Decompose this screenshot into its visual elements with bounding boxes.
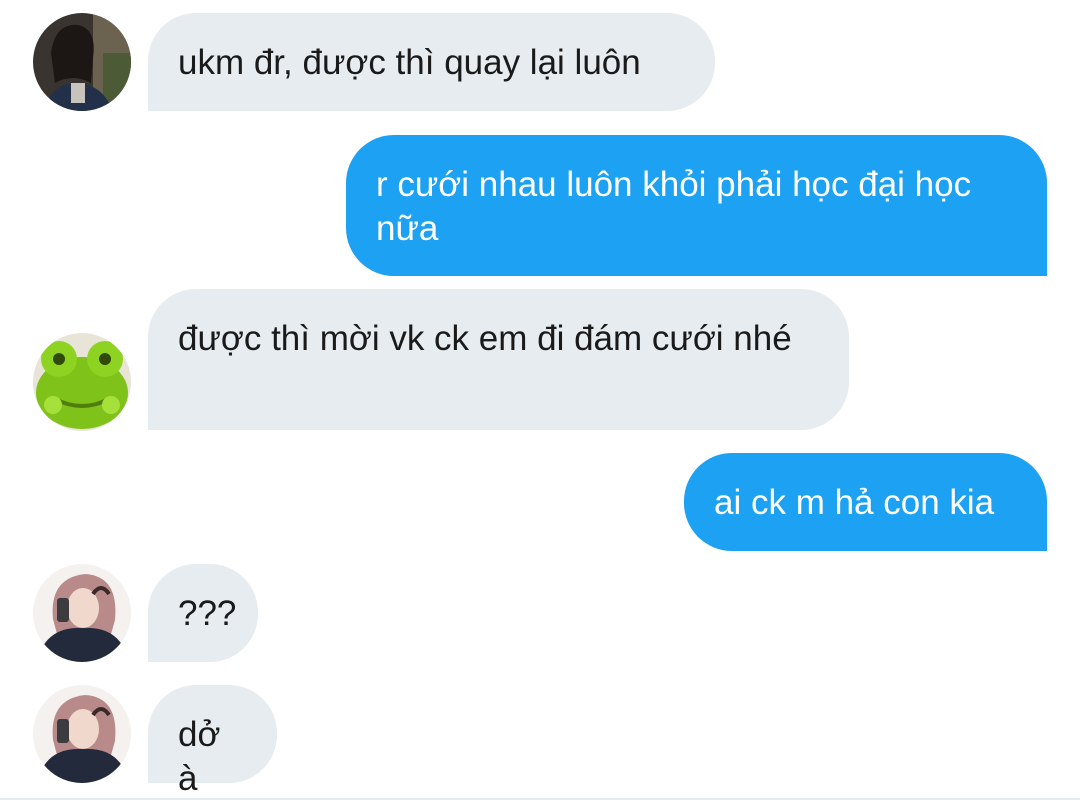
message-text: được thì mời vk ck em đi đám cưới nhé — [178, 319, 792, 358]
sender-avatar[interactable] — [33, 13, 131, 111]
message-bubble-outgoing[interactable]: ai ck m hả con kia — [684, 453, 1047, 551]
message-text: ??? — [178, 594, 237, 633]
message-text: ukm đr, được thì quay lại luôn — [178, 43, 641, 82]
sender-avatar[interactable] — [33, 685, 131, 783]
avatar-girl-mirror-selfie-icon — [33, 685, 131, 783]
message-bubble-outgoing[interactable]: r cưới nhau luôn khỏi phải học đại học n… — [346, 135, 1047, 276]
message-text: dở à — [178, 715, 221, 798]
avatar-girl-dark-photo-icon — [33, 13, 131, 111]
sender-avatar[interactable] — [33, 564, 131, 662]
divider — [0, 798, 1080, 800]
message-bubble-incoming[interactable]: dở à — [148, 685, 277, 798]
message-bubble-incoming[interactable]: được thì mời vk ck em đi đám cưới nhé — [148, 289, 849, 430]
message-bubble-incoming[interactable]: ??? — [148, 564, 258, 662]
avatar-girl-mirror-selfie-icon — [33, 564, 131, 662]
message-thread: ukm đr, được thì quay lại luôn r cưới nh… — [0, 0, 1080, 805]
avatar-green-frog-plush-icon — [33, 333, 131, 431]
message-bubble-incoming[interactable]: ukm đr, được thì quay lại luôn — [148, 13, 715, 111]
message-text: r cưới nhau luôn khỏi phải học đại học n… — [376, 165, 972, 248]
message-text: ai ck m hả con kia — [714, 483, 995, 522]
sender-avatar[interactable] — [33, 333, 131, 431]
